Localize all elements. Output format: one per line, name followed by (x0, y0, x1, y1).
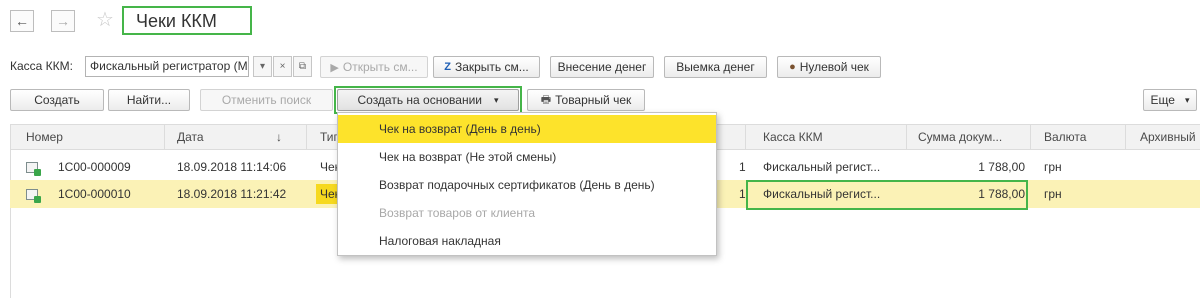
printer-icon: 🖶 (540, 93, 552, 106)
column-number[interactable]: Номер (26, 125, 63, 149)
zero-check-button[interactable]: ● Нулевой чек (777, 56, 881, 78)
cash-in-button[interactable]: Внесение денег (550, 56, 654, 78)
clear-icon[interactable]: × (273, 56, 292, 77)
column-archive[interactable]: Архивный (1140, 125, 1196, 149)
column-date[interactable]: Дата (177, 125, 204, 149)
close-shift-button[interactable]: Z Закрыть см... (433, 56, 540, 78)
open-form-icon[interactable]: ⧉ (293, 56, 312, 77)
highlight-frame (334, 86, 522, 114)
create-button[interactable]: Создать (10, 89, 104, 111)
chevron-down-icon[interactable]: ▾ (253, 56, 272, 77)
play-icon: ▶ (330, 61, 339, 74)
open-shift-button[interactable]: ▶ Открыть см... (320, 56, 428, 78)
arrow-left-icon: ← (15, 13, 29, 29)
cancel-search-button[interactable]: Отменить поиск (200, 89, 333, 111)
document-posted-icon (26, 162, 41, 176)
more-button[interactable]: Еще ▾ (1143, 89, 1197, 111)
row-shift: 1 (739, 187, 746, 201)
find-button[interactable]: Найти... (108, 89, 190, 111)
document-posted-icon (26, 189, 41, 203)
sort-arrow-icon: ↓ (276, 130, 282, 144)
arrow-right-icon: → (56, 13, 70, 29)
shoe-icon: ● (789, 61, 796, 73)
row-number: 1С00-000009 (58, 160, 131, 174)
menu-item-gift-certificate-return[interactable]: Возврат подарочных сертификатов (День в … (338, 171, 716, 199)
row-sum: 1 788,00 (978, 160, 1025, 174)
row-currency: грн (1044, 160, 1062, 174)
chevron-down-icon: ▾ (1184, 94, 1190, 105)
z-report-icon: Z (444, 61, 451, 73)
column-sum[interactable]: Сумма докум... (918, 125, 1002, 149)
highlight-frame (746, 180, 1028, 210)
menu-item-return-other-shift[interactable]: Чек на возврат (Не этой смены) (338, 143, 716, 171)
page-title: Чеки ККМ (122, 6, 252, 35)
menu-item-tax-invoice[interactable]: Налоговая накладная (338, 227, 716, 255)
row-number: 1С00-000010 (58, 187, 131, 201)
back-button[interactable]: ← (10, 10, 34, 32)
menu-item-client-goods-return: Возврат товаров от клиента (379, 206, 536, 220)
create-based-on-menu: Чек на возврат (День в день) Чек на возв… (337, 112, 717, 256)
star-icon[interactable]: ☆ (96, 8, 114, 32)
goods-check-button[interactable]: 🖶 Товарный чек (527, 89, 645, 111)
column-kassa[interactable]: Касса ККМ (763, 125, 823, 149)
row-date: 18.09.2018 11:21:42 (177, 187, 287, 201)
row-currency: грн (1044, 187, 1062, 201)
row-shift: 1 (739, 160, 746, 174)
row-kassa: Фискальный регист... (763, 160, 881, 174)
column-currency[interactable]: Валюта (1044, 125, 1086, 149)
kassa-filter-label: Касса ККМ: (10, 59, 73, 73)
forward-button[interactable]: → (51, 10, 75, 32)
kassa-filter-input[interactable]: Фискальный регистратор (М (85, 56, 249, 77)
menu-item-return-same-day[interactable]: Чек на возврат (День в день) (338, 115, 716, 143)
cash-out-button[interactable]: Выемка денег (664, 56, 767, 78)
row-date: 18.09.2018 11:14:06 (177, 160, 287, 174)
